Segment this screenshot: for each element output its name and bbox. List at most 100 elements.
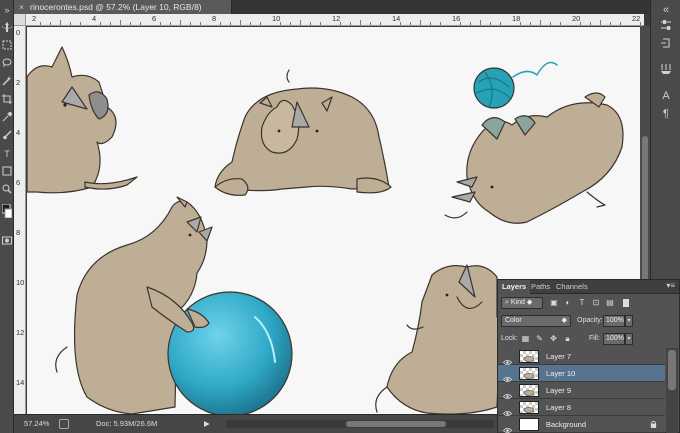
visibility-eye-icon[interactable] bbox=[502, 353, 513, 366]
type-filter-icon[interactable]: T bbox=[577, 298, 587, 308]
rhino-lying bbox=[214, 69, 392, 196]
panel-tabs: Layers Paths Channels ▾≡ bbox=[498, 280, 679, 294]
layer-name: Background bbox=[546, 420, 587, 429]
ruler-tick bbox=[250, 22, 251, 25]
layer-thumbnail[interactable] bbox=[519, 350, 539, 363]
ruler-left-label: 6 bbox=[16, 178, 21, 187]
fill-dropdown-icon[interactable]: ▾ bbox=[625, 333, 633, 345]
layer-name: Layer 7 bbox=[546, 352, 572, 361]
layer-thumbnail[interactable] bbox=[519, 401, 539, 414]
layer-row[interactable]: Layer 7 bbox=[498, 348, 665, 366]
move-tool-icon[interactable] bbox=[1, 22, 13, 34]
ruler-tick bbox=[440, 22, 441, 25]
ruler-tick bbox=[370, 22, 371, 25]
ruler-left-label: 4 bbox=[16, 128, 21, 137]
vertical-scroll-thumb[interactable] bbox=[642, 136, 648, 296]
shape-tool-icon[interactable] bbox=[1, 166, 13, 178]
layer-row[interactable]: Layer 8 bbox=[498, 399, 665, 417]
collapse-arrows-icon[interactable]: » bbox=[1, 4, 13, 16]
character-panel-icon[interactable]: A bbox=[658, 88, 674, 104]
blend-mode-select[interactable]: Color ◆ bbox=[501, 315, 571, 327]
filter-kind-select[interactable]: ⌕ Kind ◆ bbox=[501, 297, 543, 309]
horizontal-scroll-thumb[interactable] bbox=[346, 421, 446, 427]
visibility-eye-icon[interactable] bbox=[502, 387, 513, 400]
layers-scroll-thumb[interactable] bbox=[668, 350, 676, 390]
ruler-tick bbox=[590, 22, 591, 25]
quick-mask-icon[interactable] bbox=[1, 236, 13, 248]
marquee-tool-icon[interactable] bbox=[1, 40, 13, 52]
layer-name: Layer 8 bbox=[546, 403, 572, 412]
lock-row: Lock: ▦ ✎ ✥ 🔒︎ Fill: 100% ▾ bbox=[501, 332, 677, 346]
paragraph-panel-icon[interactable]: ¶ bbox=[658, 106, 674, 122]
layer-name: Layer 9 bbox=[546, 386, 572, 395]
layers-scrollbar[interactable] bbox=[666, 348, 678, 433]
opacity-label: Opacity: bbox=[577, 317, 603, 324]
shape-filter-icon[interactable]: ⊡ bbox=[591, 298, 601, 308]
status-menu-arrow-icon[interactable]: ▶ bbox=[204, 415, 210, 433]
close-tab-icon[interactable]: × bbox=[19, 0, 27, 14]
eyedropper-icon[interactable] bbox=[1, 111, 13, 124]
layer-row[interactable]: Background bbox=[498, 416, 665, 433]
zoom-tool-icon[interactable] bbox=[1, 184, 13, 196]
ruler-origin[interactable] bbox=[14, 14, 26, 26]
horizontal-ruler[interactable]: 2 4 6 8 10 12 14 16 18 20 22 bbox=[26, 14, 644, 26]
visibility-eye-icon[interactable] bbox=[502, 370, 513, 383]
layer-row[interactable]: Layer 9 bbox=[498, 382, 665, 400]
ruler-tick bbox=[620, 22, 621, 25]
ruler-tick bbox=[60, 20, 61, 25]
status-document-icon[interactable] bbox=[59, 419, 69, 429]
horizontal-scrollbar[interactable] bbox=[226, 420, 494, 428]
smart-object-filter-icon[interactable]: ▤ bbox=[605, 298, 615, 308]
ruler-left-label: 12 bbox=[16, 328, 25, 337]
ruler-tick bbox=[360, 20, 361, 25]
lock-transparent-icon[interactable]: ▦ bbox=[521, 334, 530, 343]
ruler-top-label: 8 bbox=[212, 14, 217, 23]
layer-thumbnail[interactable] bbox=[519, 418, 539, 431]
ruler-tick bbox=[500, 22, 501, 25]
layer-name: Layer 10 bbox=[546, 369, 576, 378]
layer-thumbnail[interactable] bbox=[519, 384, 539, 397]
lock-image-icon[interactable]: ✎ bbox=[535, 334, 544, 343]
lasso-tool-icon[interactable] bbox=[1, 58, 13, 70]
zoom-level[interactable]: 57.24% bbox=[24, 415, 49, 433]
ruler-tick bbox=[260, 22, 261, 25]
brush-presets-icon[interactable] bbox=[658, 62, 674, 78]
document-tab[interactable]: × rinocerontes.psd @ 57.2% (Layer 10, RGB… bbox=[14, 0, 232, 14]
history-icon[interactable] bbox=[658, 36, 674, 52]
ruler-tick bbox=[490, 22, 491, 25]
ruler-tick bbox=[520, 22, 521, 25]
tab-paths[interactable]: Paths bbox=[527, 280, 554, 294]
type-tool-icon[interactable]: T bbox=[1, 148, 13, 160]
ruler-left-label: 10 bbox=[16, 278, 25, 287]
lock-position-icon[interactable]: ✥ bbox=[549, 334, 558, 343]
opacity-input[interactable]: 100% bbox=[603, 315, 625, 327]
ruler-tick bbox=[280, 22, 281, 25]
visibility-eye-icon[interactable] bbox=[502, 421, 513, 433]
adjustments-icon[interactable] bbox=[658, 18, 674, 34]
ruler-tick bbox=[190, 22, 191, 25]
tab-channels[interactable]: Channels bbox=[552, 280, 592, 294]
vertical-ruler[interactable]: 0 2 4 6 8 10 12 14 bbox=[14, 26, 26, 414]
collapse-panels-icon[interactable]: « bbox=[658, 2, 674, 18]
magic-wand-icon[interactable] bbox=[1, 76, 13, 88]
visibility-eye-icon[interactable] bbox=[502, 404, 513, 417]
adjustment-filter-icon[interactable]: ◐ bbox=[563, 298, 573, 308]
ruler-tick bbox=[460, 22, 461, 25]
ruler-tick bbox=[420, 20, 421, 25]
ruler-left-label: 14 bbox=[16, 378, 25, 387]
layer-thumbnail[interactable] bbox=[519, 367, 539, 380]
fill-input[interactable]: 100% bbox=[603, 333, 625, 345]
tab-layers[interactable]: Layers bbox=[498, 280, 531, 294]
opacity-dropdown-icon[interactable]: ▾ bbox=[625, 315, 633, 327]
ruler-tick bbox=[540, 20, 541, 25]
crop-tool-icon[interactable] bbox=[1, 94, 13, 106]
lock-label: Lock: bbox=[501, 335, 518, 342]
panel-menu-icon[interactable]: ▾≡ bbox=[666, 281, 675, 290]
pixel-filter-icon[interactable]: ▣ bbox=[549, 298, 559, 308]
layer-row[interactable]: Layer 10 bbox=[498, 365, 665, 383]
filter-toggle-icon[interactable] bbox=[623, 299, 629, 307]
brush-tool-icon[interactable] bbox=[1, 130, 13, 142]
ruler-tick bbox=[480, 20, 481, 25]
foreground-color-swatch[interactable] bbox=[1, 203, 13, 219]
lock-all-icon[interactable]: 🔒︎ bbox=[563, 334, 572, 343]
